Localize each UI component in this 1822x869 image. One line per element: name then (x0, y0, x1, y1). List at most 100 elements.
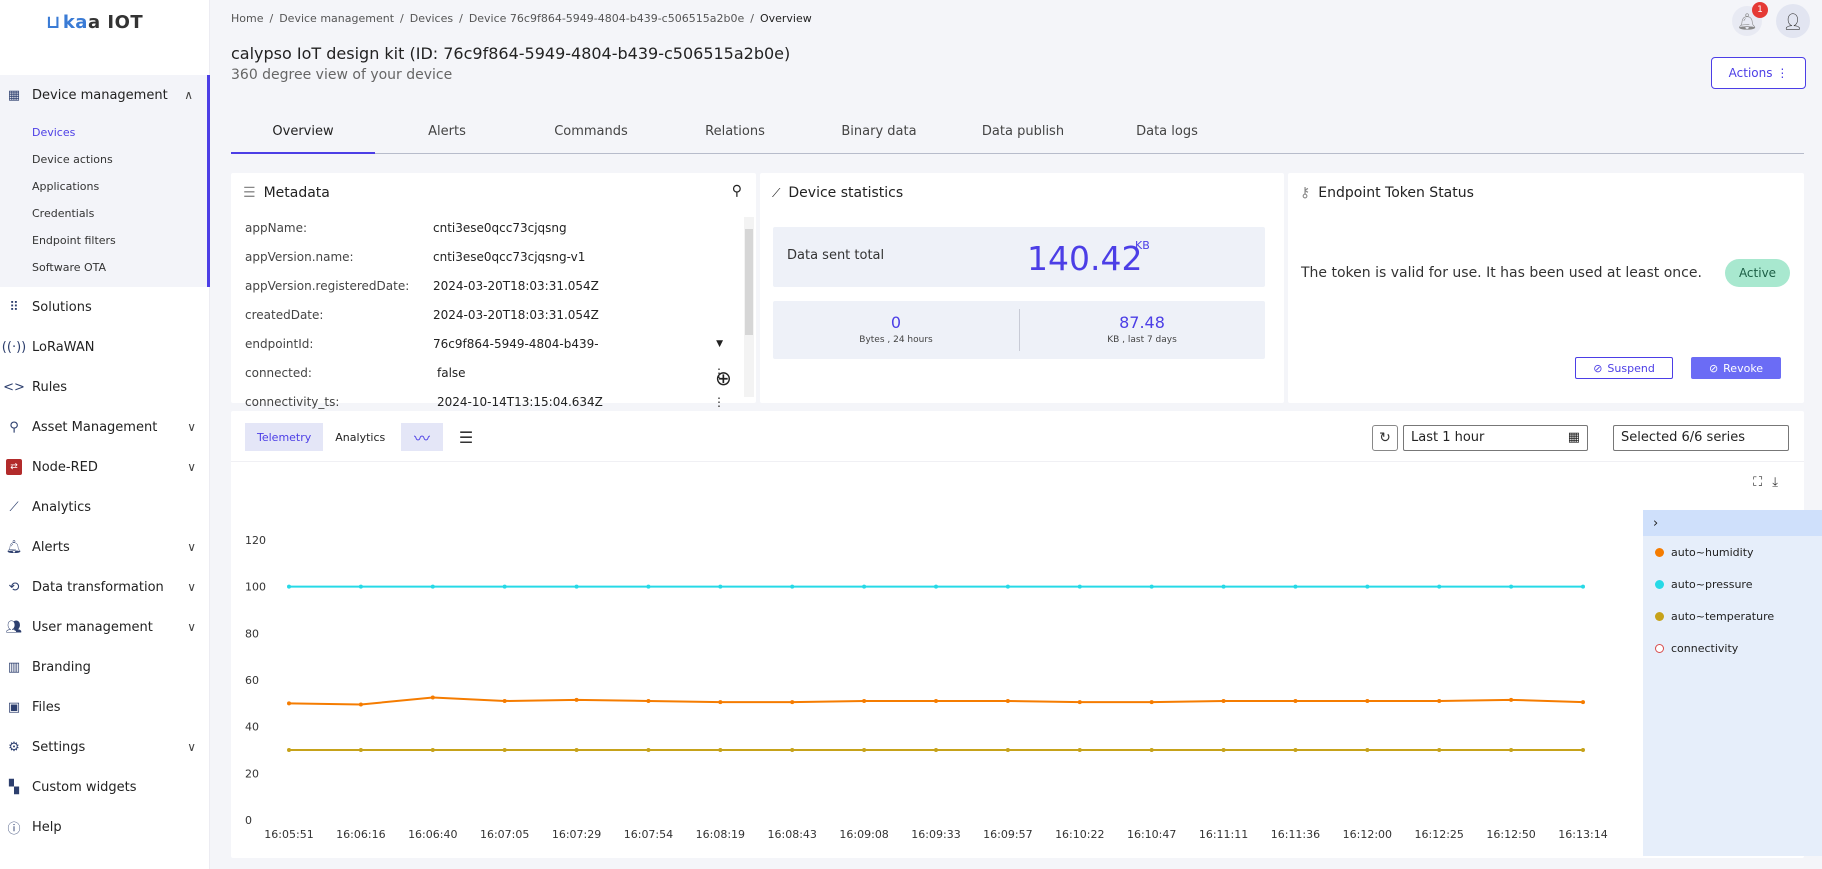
chevron-down-icon[interactable]: ∨ (187, 620, 196, 634)
data-point[interactable] (934, 748, 938, 752)
telemetry-toggle[interactable]: Telemetry (245, 423, 324, 451)
chevron-down-icon[interactable]: ∨ (187, 580, 196, 594)
data-point[interactable] (430, 748, 435, 752)
data-point[interactable] (574, 584, 579, 589)
data-point[interactable] (1005, 584, 1010, 589)
calendar-icon[interactable]: ▦ (1568, 430, 1580, 445)
data-point[interactable] (1437, 584, 1442, 589)
revoke-button[interactable]: ⊘ Revoke (1691, 357, 1781, 379)
sidebar-subitem-software-ota[interactable]: Software OTA (0, 254, 207, 281)
sidebar-item-analytics[interactable]: ⟋ Analytics (0, 487, 210, 527)
data-point[interactable] (1293, 584, 1298, 589)
sidebar-subitem-applications[interactable]: Applications (0, 173, 207, 200)
data-point[interactable] (358, 702, 363, 707)
tab-binary-data[interactable]: Binary data (807, 116, 951, 153)
data-point[interactable] (790, 700, 795, 705)
series-select[interactable]: Selected 6/6 series (1613, 425, 1789, 451)
data-point[interactable] (1077, 700, 1082, 705)
data-point[interactable] (1365, 748, 1370, 752)
data-point[interactable] (358, 748, 363, 752)
legend-item[interactable]: connectivity (1643, 632, 1822, 664)
sidebar-item-rules[interactable]: <> Rules (0, 367, 210, 407)
data-point[interactable] (430, 695, 435, 700)
data-point[interactable] (646, 584, 651, 589)
data-point[interactable] (1365, 699, 1370, 703)
legend-collapse-toggle[interactable]: › (1643, 510, 1822, 536)
data-point[interactable] (1581, 700, 1585, 705)
kaaiot-logo[interactable]: ⊔ ka a IOT (46, 8, 143, 36)
sidebar-item-custom-widgets[interactable]: ▚ Custom widgets (0, 767, 210, 807)
data-point[interactable] (646, 748, 651, 752)
data-point[interactable] (1221, 699, 1226, 703)
notifications-button[interactable]: 🔔︎ 1 (1732, 2, 1768, 36)
data-point[interactable] (790, 584, 795, 589)
data-point[interactable] (1437, 748, 1442, 752)
data-point[interactable] (358, 584, 363, 589)
fullscreen-icon[interactable]: ⛶ (1753, 475, 1762, 490)
download-icon[interactable]: ⤓ (1772, 475, 1778, 490)
tab-alerts[interactable]: Alerts (375, 116, 519, 153)
sidebar-subitem-credentials[interactable]: Credentials (0, 200, 207, 227)
expand-caret-icon[interactable]: ▼ (716, 339, 723, 349)
data-point[interactable] (430, 584, 435, 589)
suspend-button[interactable]: ⊘ Suspend (1575, 357, 1673, 379)
chevron-down-icon[interactable]: ∨ (187, 740, 196, 754)
search-icon[interactable]: ⚲ (732, 183, 742, 199)
data-point[interactable] (1077, 584, 1082, 589)
sidebar-item-asset-management[interactable]: ⚲ Asset Management ∨ (0, 407, 210, 447)
data-point[interactable] (862, 699, 867, 703)
sidebar-subitem-device-actions[interactable]: Device actions (0, 146, 207, 173)
refresh-button[interactable]: ↻ (1372, 425, 1398, 451)
data-point[interactable] (1365, 584, 1370, 589)
chevron-down-icon[interactable]: ∨ (187, 540, 196, 554)
breadcrumb-device[interactable]: Device 76c9f864-5949-4804-b439-c506515a2… (469, 12, 744, 25)
data-point[interactable] (1149, 700, 1154, 705)
tab-data-publish[interactable]: Data publish (951, 116, 1095, 153)
chevron-up-icon[interactable]: ∧ (184, 88, 193, 102)
data-point[interactable] (646, 699, 651, 703)
data-point[interactable] (1149, 584, 1154, 589)
metadata-scrollbar[interactable] (744, 217, 754, 397)
sidebar-subitem-endpoint-filters[interactable]: Endpoint filters (0, 227, 207, 254)
add-circle-icon[interactable]: ⊕ (715, 366, 732, 390)
sidebar-item-device-management[interactable]: ▦ Device management ∧ (0, 75, 210, 115)
data-point[interactable] (1005, 699, 1010, 703)
sidebar-subitem-devices[interactable]: Devices (0, 119, 207, 146)
data-point[interactable] (718, 700, 723, 705)
data-point[interactable] (718, 748, 723, 752)
data-point[interactable] (934, 699, 938, 703)
sidebar-item-files[interactable]: ▣ Files (0, 687, 210, 727)
sidebar-item-branding[interactable]: ▥ Branding (0, 647, 210, 687)
sidebar-item-alerts[interactable]: 🔔︎ Alerts ∨ (0, 527, 210, 567)
sidebar-item-data-transformation[interactable]: ⟲ Data transformation ∨ (0, 567, 210, 607)
line-view-button[interactable]: 〰 (401, 423, 443, 451)
data-point[interactable] (1581, 748, 1585, 752)
scrollbar-thumb[interactable] (745, 229, 753, 335)
breadcrumb-device-management[interactable]: Device management (279, 12, 394, 25)
data-point[interactable] (1509, 584, 1514, 589)
tab-overview[interactable]: Overview (231, 116, 375, 154)
data-point[interactable] (1293, 699, 1298, 703)
table-view-button[interactable]: ☰ (445, 423, 487, 451)
legend-item[interactable]: auto~temperature (1643, 600, 1822, 632)
chevron-down-icon[interactable]: ∨ (187, 460, 196, 474)
data-point[interactable] (287, 701, 291, 706)
sidebar-item-help[interactable]: ⓘ Help (0, 807, 210, 847)
data-point[interactable] (1077, 748, 1082, 752)
user-avatar[interactable]: 👤︎ (1776, 4, 1810, 38)
data-point[interactable] (1293, 748, 1298, 752)
chevron-down-icon[interactable]: ∨ (187, 420, 196, 434)
sidebar-item-solutions[interactable]: ⠿ Solutions (0, 287, 210, 327)
breadcrumb-home[interactable]: Home (231, 12, 263, 25)
legend-item[interactable]: auto~humidity (1643, 536, 1822, 568)
data-point[interactable] (502, 584, 507, 589)
data-point[interactable] (790, 748, 795, 752)
data-point[interactable] (862, 584, 867, 589)
data-point[interactable] (718, 584, 723, 589)
data-point[interactable] (574, 748, 579, 752)
data-point[interactable] (1221, 748, 1226, 752)
tab-data-logs[interactable]: Data logs (1095, 116, 1239, 153)
data-point[interactable] (287, 584, 291, 589)
data-point[interactable] (574, 697, 579, 702)
data-point[interactable] (1221, 584, 1226, 589)
